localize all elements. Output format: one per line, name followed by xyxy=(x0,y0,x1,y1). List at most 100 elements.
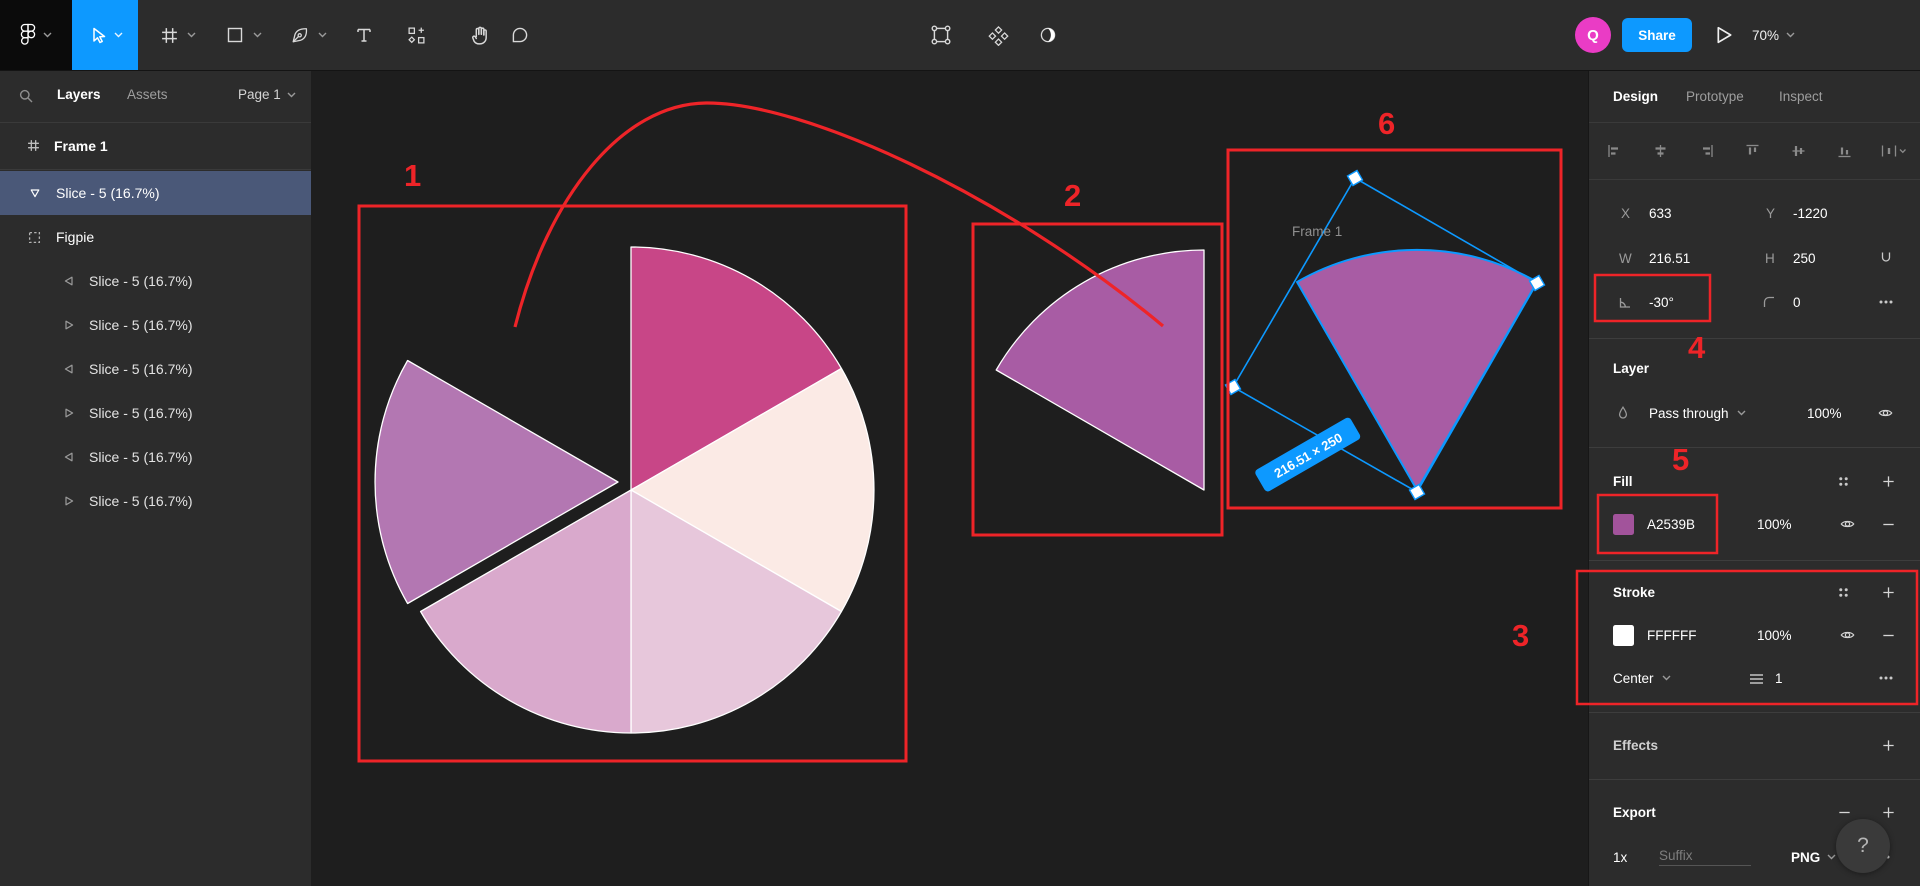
present-play-button[interactable] xyxy=(1710,0,1738,70)
fill-hex-field[interactable]: A2539B xyxy=(1647,517,1695,532)
canvas-frame-label[interactable]: Frame 1 xyxy=(1292,224,1342,239)
layer-label: Frame 1 xyxy=(54,138,108,154)
chevron-down-icon[interactable] xyxy=(114,32,123,38)
text-tool-button[interactable] xyxy=(351,0,377,70)
eye-icon[interactable] xyxy=(1877,405,1894,421)
tab-inspect[interactable]: Inspect xyxy=(1779,89,1823,104)
distribute-icon[interactable] xyxy=(1880,143,1906,159)
h-field-label: H xyxy=(1765,251,1775,266)
mask-button[interactable] xyxy=(1034,0,1062,70)
figma-logo-icon xyxy=(20,23,36,47)
layer-label: Slice - 5 (16.7%) xyxy=(89,317,192,333)
h-field[interactable]: 250 xyxy=(1793,251,1816,266)
corner-radius-icon xyxy=(1761,294,1777,310)
search-icon[interactable] xyxy=(18,88,34,104)
add-fill-icon[interactable] xyxy=(1881,474,1896,489)
avatar[interactable]: Q xyxy=(1575,17,1611,53)
sidebar-item-frame-1[interactable]: Frame 1 xyxy=(0,122,311,170)
layer-label: Figpie xyxy=(56,229,94,245)
move-tool-button[interactable] xyxy=(72,0,138,70)
align-left-icon[interactable] xyxy=(1606,143,1623,159)
styles-grid-icon[interactable] xyxy=(1837,586,1850,599)
comment-tool-button[interactable] xyxy=(506,0,534,70)
fill-color-swatch[interactable] xyxy=(1613,514,1634,535)
y-field[interactable]: -1220 xyxy=(1793,206,1828,221)
help-button[interactable]: ? xyxy=(1836,819,1890,873)
more-options-icon[interactable] xyxy=(1877,294,1895,310)
stroke-weight-field[interactable]: 1 xyxy=(1775,671,1783,686)
y-field-label: Y xyxy=(1766,206,1775,221)
shape-tool-button[interactable] xyxy=(222,0,248,70)
constrain-proportions-icon[interactable] xyxy=(1878,250,1894,266)
share-button[interactable]: Share xyxy=(1622,18,1692,52)
slice-frame-icon xyxy=(28,231,41,244)
stroke-hex-field[interactable]: FFFFFF xyxy=(1647,628,1696,643)
align-bottom-icon[interactable] xyxy=(1836,143,1853,159)
figma-menu-button[interactable] xyxy=(0,0,72,70)
more-options-icon[interactable] xyxy=(1877,670,1895,686)
corner-radius-field[interactable]: 0 xyxy=(1793,295,1801,310)
zoom-control[interactable]: 70% xyxy=(1752,0,1795,70)
chevron-down-icon xyxy=(43,32,52,38)
size-badge: 216.51 × 250 xyxy=(1254,416,1362,493)
remove-fill-icon[interactable] xyxy=(1881,517,1896,532)
sidebar-item-slice[interactable]: Slice - 5 (16.7%) xyxy=(0,347,311,391)
align-horizontal-center-icon[interactable] xyxy=(1652,143,1669,159)
export-suffix-input[interactable] xyxy=(1659,846,1751,866)
export-format-select[interactable]: PNG xyxy=(1791,850,1836,865)
sidebar-item-slice[interactable]: Slice - 5 (16.7%) xyxy=(0,303,311,347)
stroke-opacity-field[interactable]: 100% xyxy=(1757,628,1792,643)
fill-opacity-field[interactable]: 100% xyxy=(1757,517,1792,532)
remove-export-icon[interactable] xyxy=(1837,805,1852,820)
wedge-right-icon xyxy=(63,495,75,507)
edit-object-button[interactable] xyxy=(927,0,955,70)
sidebar-item-slice[interactable]: Slice - 5 (16.7%) xyxy=(0,259,311,303)
export-scale-select[interactable]: 1x xyxy=(1613,850,1627,865)
remove-stroke-icon[interactable] xyxy=(1881,628,1896,643)
add-effect-icon[interactable] xyxy=(1881,738,1896,753)
zoom-level: 70% xyxy=(1752,28,1779,43)
pen-tool-button[interactable] xyxy=(287,0,313,70)
align-right-icon[interactable] xyxy=(1698,143,1715,159)
x-field[interactable]: 633 xyxy=(1649,206,1672,221)
stroke-section-title: Stroke xyxy=(1613,585,1655,600)
w-field[interactable]: 216.51 xyxy=(1649,251,1690,266)
tab-design[interactable]: Design xyxy=(1613,89,1658,104)
layer-opacity-field[interactable]: 100% xyxy=(1807,406,1842,421)
variants-button[interactable] xyxy=(984,0,1012,70)
hand-tool-button[interactable] xyxy=(466,0,494,70)
add-export-icon[interactable] xyxy=(1881,805,1896,820)
eye-icon[interactable] xyxy=(1839,516,1856,532)
tab-assets[interactable]: Assets xyxy=(127,87,168,102)
tab-prototype[interactable]: Prototype xyxy=(1686,89,1744,104)
selection-handle-left[interactable] xyxy=(1225,379,1240,394)
sidebar-item-slice[interactable]: Slice - 5 (16.7%) xyxy=(0,479,311,523)
detached-slice[interactable] xyxy=(996,250,1204,490)
add-stroke-icon[interactable] xyxy=(1881,585,1896,600)
eye-icon[interactable] xyxy=(1839,627,1856,643)
tab-layers[interactable]: Layers xyxy=(57,87,101,102)
blend-mode-select[interactable]: Pass through xyxy=(1649,406,1746,421)
sidebar-item-slice[interactable]: Slice - 5 (16.7%) xyxy=(0,391,311,435)
stroke-weight-icon xyxy=(1749,671,1764,685)
layer-label: Slice - 5 (16.7%) xyxy=(56,185,159,201)
sidebar-item-figpie[interactable]: Figpie xyxy=(0,215,311,259)
chevron-down-icon[interactable] xyxy=(250,0,264,70)
styles-grid-icon[interactable] xyxy=(1837,475,1850,488)
selection-handle-bottom[interactable] xyxy=(1409,484,1424,499)
frame-tool-button[interactable] xyxy=(156,0,182,70)
page-selector[interactable]: Page 1 xyxy=(238,87,296,102)
stroke-align-select[interactable]: Center xyxy=(1613,671,1671,686)
selection-handle-top[interactable] xyxy=(1347,170,1362,185)
chevron-down-icon[interactable] xyxy=(184,0,198,70)
resources-tool-button[interactable] xyxy=(403,0,429,70)
layer-label: Slice - 5 (16.7%) xyxy=(89,273,192,289)
wedge-left-icon xyxy=(63,451,75,463)
chevron-down-icon[interactable] xyxy=(315,0,329,70)
align-vertical-center-icon[interactable] xyxy=(1790,143,1807,159)
sidebar-item-slice-selected[interactable]: Slice - 5 (16.7%) xyxy=(0,171,311,215)
sidebar-item-slice[interactable]: Slice - 5 (16.7%) xyxy=(0,435,311,479)
align-top-icon[interactable] xyxy=(1744,143,1761,159)
stroke-color-swatch[interactable] xyxy=(1613,625,1634,646)
rotation-field[interactable]: -30° xyxy=(1649,295,1674,310)
